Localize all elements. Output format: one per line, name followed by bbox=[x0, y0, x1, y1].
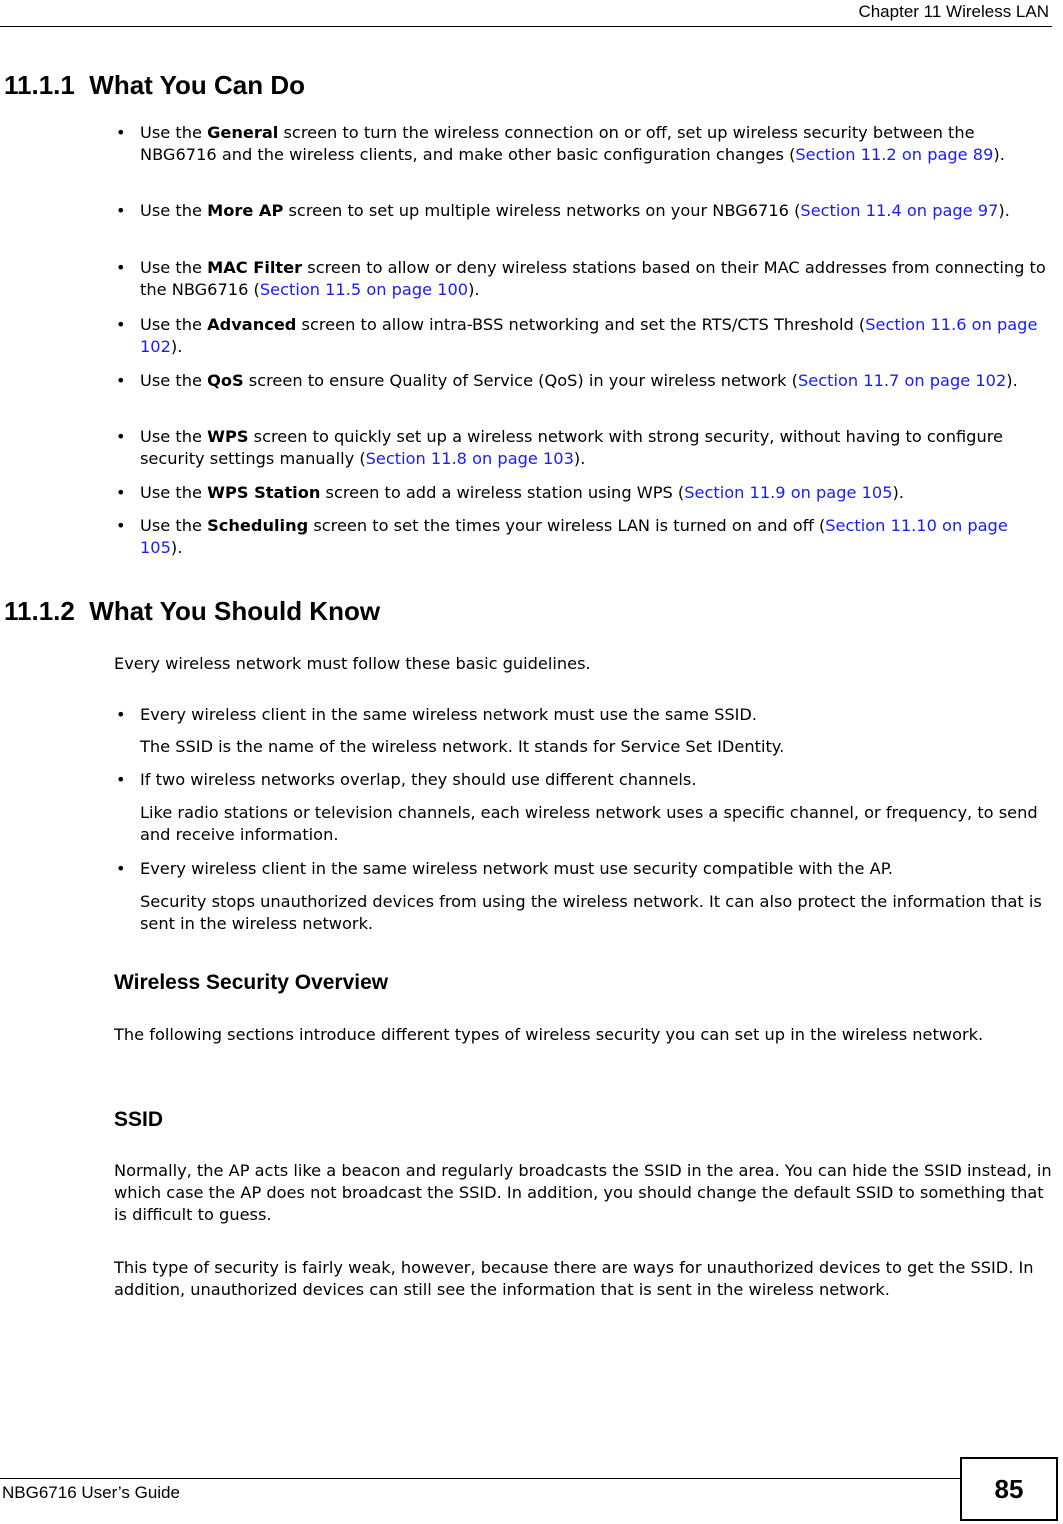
subheading-ssid: SSID bbox=[114, 1108, 164, 1131]
list-item: • Use the MAC Filter screen to allow or d… bbox=[116, 258, 1046, 299]
section-heading-what-you-should-know: 11.1.2 What You Should Know bbox=[4, 596, 381, 626]
bullet-icon: • bbox=[116, 315, 126, 334]
guideline-item: • Every wireless client in the same wirel… bbox=[116, 705, 758, 724]
guideline-item: • Every wireless client in the same wirel… bbox=[116, 859, 894, 878]
footer-divider bbox=[0, 1478, 960, 1479]
guideline-detail: Security stops unauthorized devices from… bbox=[140, 892, 1042, 933]
list-item: • Use the WPS Station screen to add a wir… bbox=[116, 483, 904, 502]
list-item: • Use the WPS screen to quickly set up a … bbox=[116, 427, 1003, 468]
ssid-paragraph: Normally, the AP acts like a beacon and … bbox=[114, 1161, 1052, 1224]
bullet-icon: • bbox=[116, 516, 126, 535]
subheading-wireless-security-overview: Wireless Security Overview bbox=[114, 971, 389, 994]
bullet-icon: • bbox=[116, 258, 126, 277]
screen-name: WPS bbox=[207, 427, 249, 446]
screen-name: QoS bbox=[207, 371, 244, 390]
ssid-paragraph: This type of security is fairly weak, ho… bbox=[114, 1258, 1034, 1299]
screen-name: WPS Station bbox=[207, 483, 321, 502]
bullet-icon: • bbox=[116, 705, 126, 724]
cross-reference-link[interactable]: Section 11.7 on page 102 bbox=[798, 371, 1006, 390]
page-number: 85 bbox=[960, 1457, 1058, 1521]
guideline-detail: The SSID is the name of the wireless net… bbox=[140, 737, 785, 756]
guideline-item: • If two wireless networks overlap, they … bbox=[116, 770, 697, 789]
guide-title: NBG6716 User’s Guide bbox=[2, 1483, 180, 1502]
bullet-icon: • bbox=[116, 770, 126, 789]
list-item: • Use the More AP screen to set up multip… bbox=[116, 201, 1010, 220]
bullet-icon: • bbox=[116, 859, 126, 878]
bullet-icon: • bbox=[116, 123, 126, 142]
list-item: • Use the Advanced screen to allow intra-… bbox=[116, 315, 1038, 356]
screen-name: More AP bbox=[207, 201, 284, 220]
header-divider bbox=[0, 26, 1052, 27]
guidelines-intro: Every wireless network must follow these… bbox=[114, 654, 591, 673]
cross-reference-link[interactable]: Section 11.4 on page 97 bbox=[800, 201, 998, 220]
screen-name: Advanced bbox=[207, 315, 297, 334]
guideline-detail: Like radio stations or television channe… bbox=[140, 803, 1038, 844]
cross-reference-link[interactable]: Section 11.8 on page 103 bbox=[366, 449, 574, 468]
cross-reference-link[interactable]: Section 11.9 on page 105 bbox=[684, 483, 892, 502]
security-overview-text: The following sections introduce differe… bbox=[114, 1025, 984, 1044]
screen-name: General bbox=[207, 123, 279, 142]
list-item: • Use the QoS screen to ensure Quality of… bbox=[116, 371, 1018, 390]
bullet-icon: • bbox=[116, 483, 126, 502]
section-heading-what-you-can-do: 11.1.1 What You Can Do bbox=[4, 70, 305, 100]
chapter-title: Chapter 11 Wireless LAN bbox=[858, 2, 1049, 21]
bullet-icon: • bbox=[116, 427, 126, 446]
bullet-icon: • bbox=[116, 371, 126, 390]
bullet-icon: • bbox=[116, 201, 126, 220]
list-item: • Use the General screen to turn the wire… bbox=[116, 123, 1005, 164]
cross-reference-link[interactable]: Section 11.5 on page 100 bbox=[260, 280, 468, 299]
screen-name: Scheduling bbox=[207, 516, 309, 535]
list-item: • Use the Scheduling screen to set the ti… bbox=[116, 516, 1008, 557]
cross-reference-link[interactable]: Section 11.2 on page 89 bbox=[795, 145, 993, 164]
screen-name: MAC Filter bbox=[207, 258, 303, 277]
